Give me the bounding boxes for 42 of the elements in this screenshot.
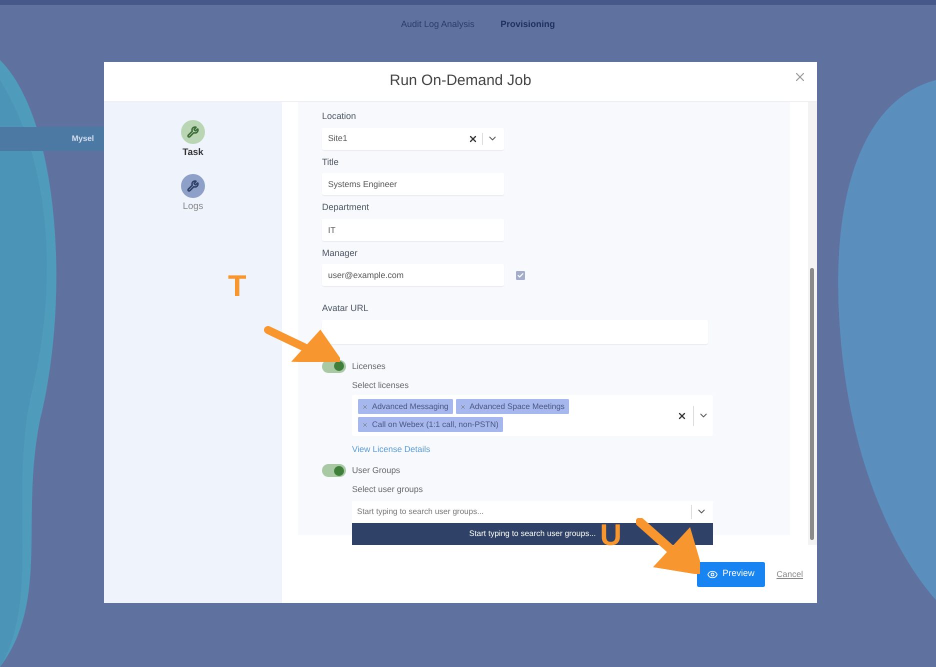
annotation-arrow xyxy=(636,518,700,574)
text-field[interactable]: user@example.com xyxy=(322,264,504,286)
toggle-switch[interactable] xyxy=(322,464,346,477)
clear-icon[interactable] xyxy=(677,410,687,421)
nav-tab[interactable]: Provisioning xyxy=(500,18,556,32)
search-input[interactable]: Start typing to search user groups... xyxy=(357,506,691,518)
text-field[interactable]: Systems Engineer xyxy=(322,173,504,195)
annotation-letter: T xyxy=(228,272,246,302)
license-chip: Advanced Space Meetings xyxy=(456,399,569,414)
license-chip: Advanced Messaging xyxy=(358,399,452,414)
cancel-link[interactable]: Cancel xyxy=(776,568,803,580)
toggle-label: User Groups xyxy=(352,464,400,477)
license-details-link[interactable]: View License Details xyxy=(352,443,790,456)
menu-item[interactable]: Mysel xyxy=(72,133,94,145)
checkbox[interactable] xyxy=(516,270,525,280)
text-field[interactable] xyxy=(322,320,708,344)
field-label: Manager xyxy=(322,246,358,260)
remove-icon[interactable] xyxy=(362,404,368,410)
location-select[interactable]: Site1 xyxy=(322,128,504,150)
remove-icon[interactable] xyxy=(460,404,466,410)
clear-icon[interactable] xyxy=(468,134,478,144)
select-value: Site1 xyxy=(328,132,348,145)
toggle-label: Licenses xyxy=(352,360,386,372)
remove-icon[interactable] xyxy=(362,422,368,428)
preview-button[interactable]: Preview xyxy=(696,562,765,586)
field-label: Location xyxy=(322,110,356,123)
user-groups-select[interactable]: Start typing to search user groups... xyxy=(352,500,713,523)
field-label: Avatar URL xyxy=(322,302,368,315)
license-chip: Call on Webex (1:1 call, non-PSTN) xyxy=(358,417,503,432)
field-label: Select licenses xyxy=(352,378,409,392)
field-label: Title xyxy=(322,156,339,168)
licenses-select[interactable]: Advanced Messaging Advanced Space Meetings Call on Webex (1:1 call, non-PSTN) xyxy=(352,395,713,436)
field-label: Select user groups xyxy=(352,483,423,496)
text-field[interactable]: IT xyxy=(322,218,504,240)
wrench-icon xyxy=(187,180,199,192)
scrollbar[interactable] xyxy=(808,102,817,545)
eye-icon xyxy=(706,568,718,580)
close-icon[interactable] xyxy=(793,70,807,84)
dialog-title: Run On-Demand Job xyxy=(390,71,532,92)
wrench-icon xyxy=(187,126,199,138)
field-label: Department xyxy=(322,201,370,214)
annotation-letter: U xyxy=(600,521,622,551)
